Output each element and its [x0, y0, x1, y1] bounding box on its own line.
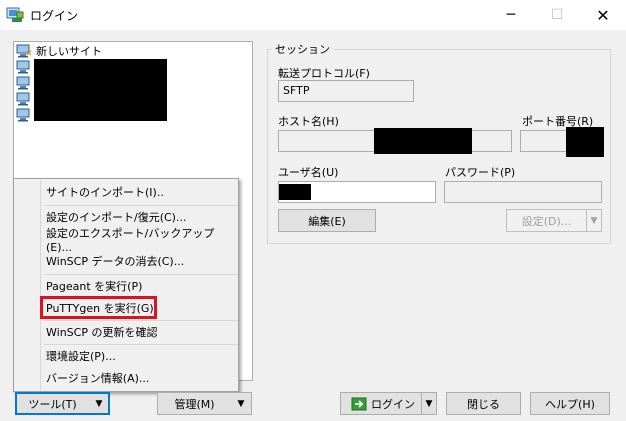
- redacted-host: [374, 128, 472, 154]
- protocol-value: SFTP: [283, 84, 310, 97]
- session-legend: セッション: [272, 41, 333, 57]
- redacted-site-names: [34, 59, 167, 121]
- settings-button[interactable]: 設定(D)... ▼: [506, 209, 602, 232]
- settings-button-label: 設定(D)...: [521, 214, 572, 228]
- password-input[interactable]: [444, 181, 602, 203]
- redacted-username: [279, 184, 311, 200]
- tree-item-site[interactable]: [16, 91, 36, 107]
- host-label: ホスト名(H): [278, 115, 339, 128]
- manage-button[interactable]: 管理(M) ▼: [157, 392, 252, 415]
- tree-item-site[interactable]: [16, 75, 36, 91]
- menu-item-clear-data[interactable]: WinSCP データの消去(C)...: [43, 250, 184, 272]
- login-arrow-icon: [351, 397, 367, 410]
- help-button[interactable]: ヘルプ(H): [530, 392, 610, 415]
- user-label: ユーザ名(U): [278, 166, 339, 179]
- minimize-button[interactable]: ─: [488, 0, 534, 30]
- login-button-label: ログイン: [371, 397, 415, 411]
- menu-item-check-updates[interactable]: WinSCP の更新を確認: [43, 321, 157, 343]
- chevron-down-icon: ▼: [95, 398, 103, 409]
- tree-item-site[interactable]: [16, 59, 36, 75]
- tree-item-new-site[interactable]: 新しいサイト: [16, 43, 102, 59]
- maximize-button[interactable]: ☐: [534, 0, 580, 30]
- winscp-app-icon: [6, 7, 24, 22]
- title-bar: ログイン ─ ☐ ✕: [0, 0, 626, 30]
- menu-item-run-pageant[interactable]: Pageant を実行(P): [43, 275, 142, 297]
- redacted-port: [566, 127, 604, 157]
- menu-gutter: [15, 180, 41, 390]
- computer-icon: [16, 108, 30, 122]
- computer-icon: [16, 76, 30, 90]
- window-title: ログイン: [30, 9, 79, 23]
- computer-icon: [16, 60, 30, 74]
- puttygen-highlight-box: [40, 296, 157, 319]
- close-icon: ✕: [596, 5, 610, 25]
- edit-button-label: 編集(E): [308, 214, 346, 228]
- close-window-button[interactable]: ✕: [580, 0, 626, 30]
- tree-item-site[interactable]: [16, 107, 36, 123]
- chevron-down-icon[interactable]: ▼: [421, 393, 436, 414]
- login-button[interactable]: ログイン ▼: [340, 392, 437, 415]
- chevron-down-icon[interactable]: ▼: [586, 210, 601, 231]
- maximize-icon: ☐: [550, 7, 564, 23]
- help-button-label: ヘルプ(H): [545, 397, 595, 411]
- tree-item-label: 新しいサイト: [36, 45, 102, 58]
- edit-button[interactable]: 編集(E): [278, 209, 376, 232]
- protocol-label: 転送プロトコル(F): [278, 67, 370, 80]
- close-button-label: 閉じる: [467, 397, 500, 411]
- password-label: パスワード(P): [445, 166, 516, 179]
- menu-item-import-sites[interactable]: サイトのインポート(I)..: [43, 181, 164, 203]
- menu-item-export-settings[interactable]: 設定のエクスポート/バックアップ(E)...: [43, 227, 238, 254]
- computer-icon: [16, 92, 30, 106]
- computer-icon: [16, 44, 32, 58]
- menu-item-preferences[interactable]: 環境設定(P)...: [43, 345, 116, 367]
- chevron-down-icon: ▼: [237, 398, 245, 409]
- tools-button[interactable]: ツール(T) ▼: [15, 392, 110, 415]
- menu-item-about[interactable]: バージョン情報(A)...: [43, 367, 149, 389]
- protocol-select[interactable]: SFTP: [278, 80, 414, 102]
- tools-menu: サイトのインポート(I).. 設定のインポート/復元(C)... 設定のエクスポ…: [13, 178, 239, 392]
- close-button[interactable]: 閉じる: [446, 392, 521, 415]
- minimize-icon: ─: [506, 7, 516, 23]
- tools-button-label: ツール(T): [28, 397, 77, 411]
- manage-button-label: 管理(M): [174, 397, 215, 411]
